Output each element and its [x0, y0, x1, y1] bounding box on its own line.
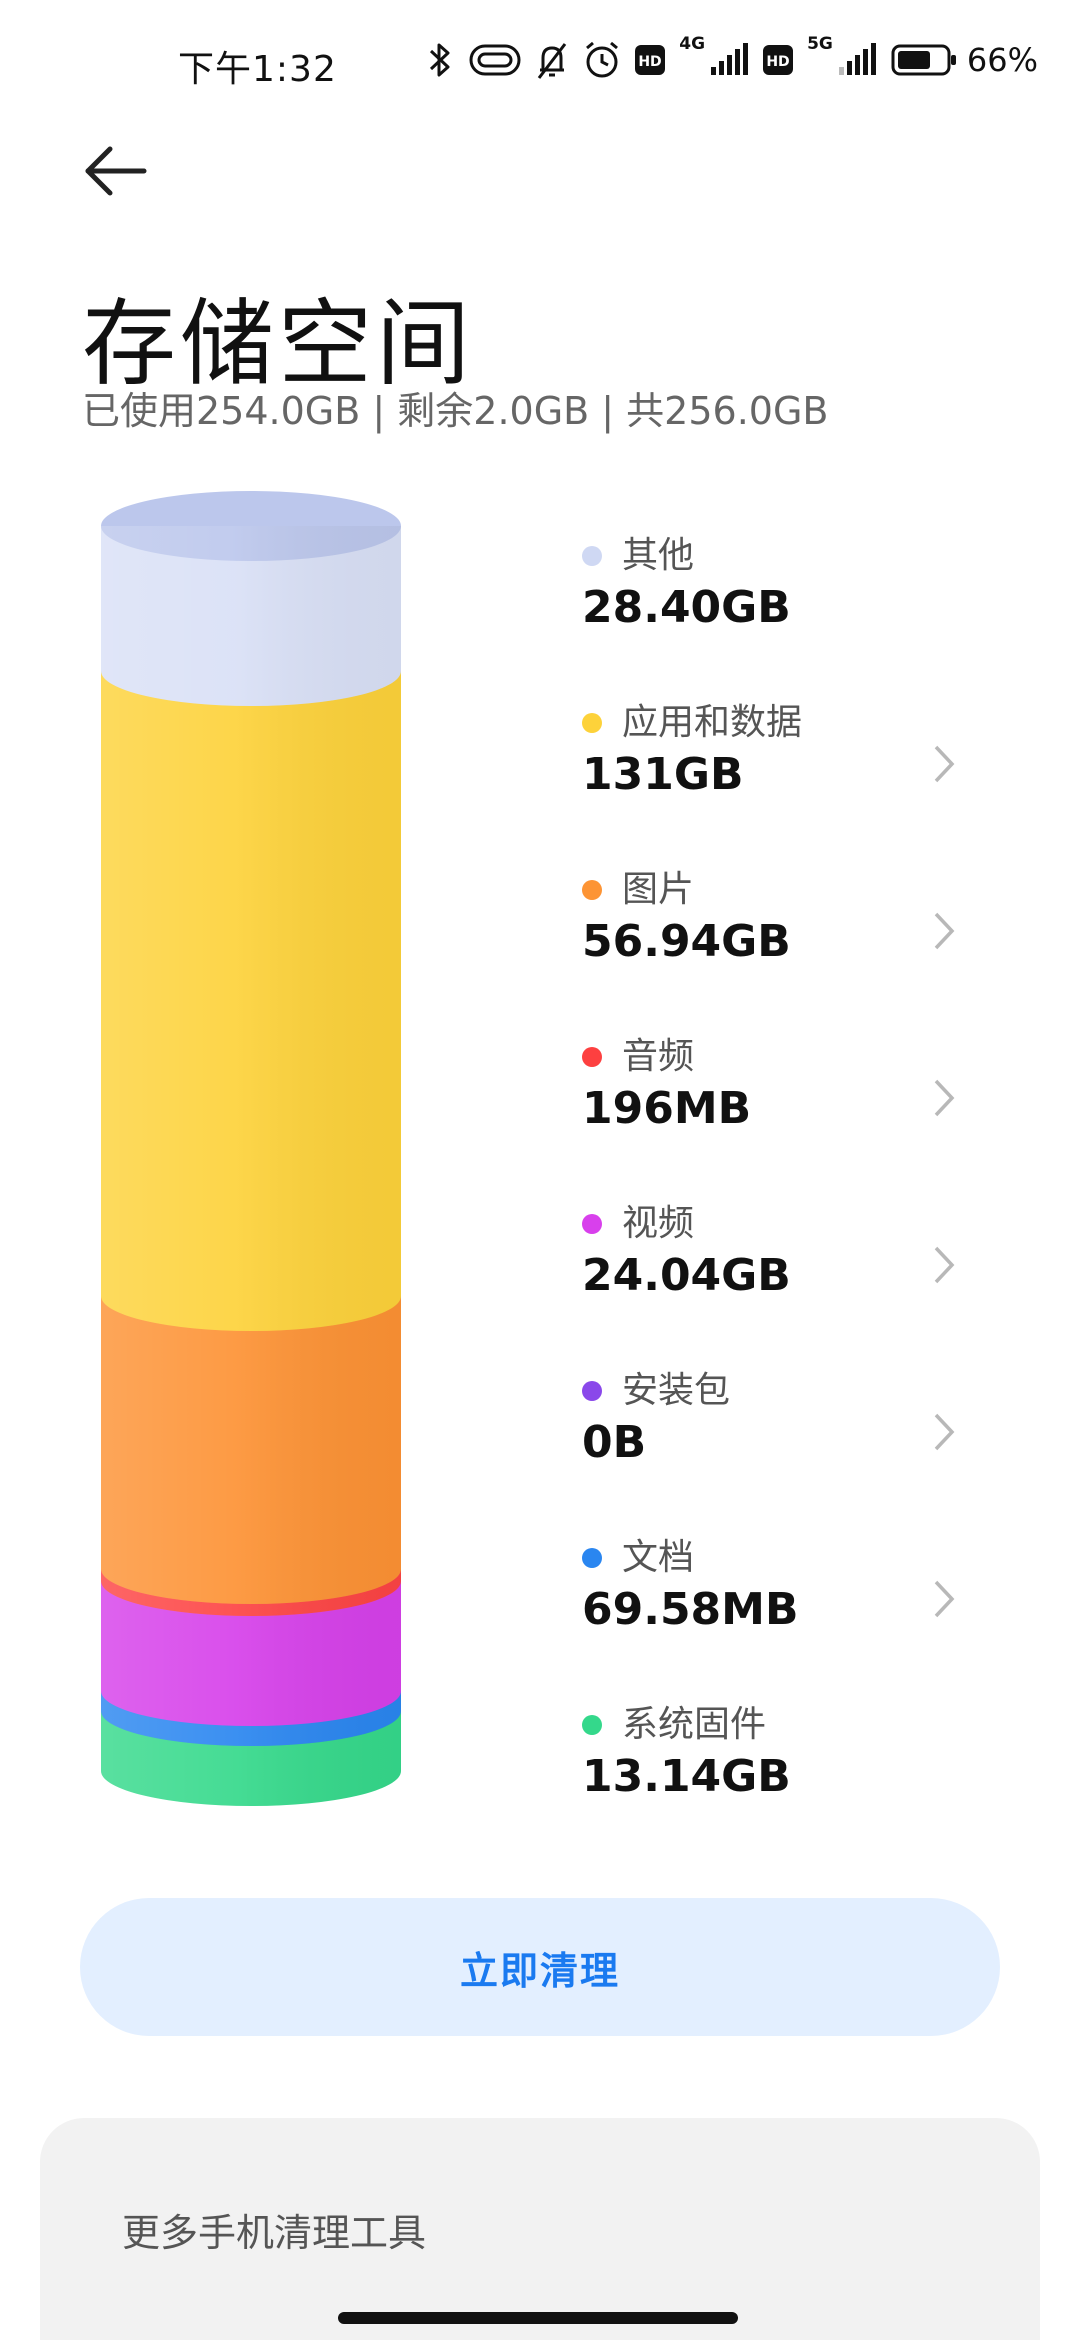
- legend-value: 24.04GB: [582, 1250, 791, 1301]
- legend-value: 0B: [582, 1417, 647, 1468]
- status-time: 下午1:32: [178, 49, 337, 90]
- storage-cylinder-chart: [101, 491, 401, 1806]
- chevron-right-icon: [934, 745, 955, 783]
- legend-value: 69.58MB: [582, 1584, 799, 1635]
- storage-page: 下午1:32 HD 4G HD 5G 66% 存储空间 已使用254.0GB |…: [0, 0, 1080, 2340]
- chevron-right-icon: [934, 912, 955, 950]
- legend-value: 13.14GB: [582, 1751, 791, 1802]
- chevron-right-icon: [934, 1079, 955, 1117]
- battery-percent: 66%: [966, 41, 1038, 79]
- legend-dot: [582, 1047, 602, 1067]
- chevron-right-icon: [934, 1413, 955, 1451]
- status-bar: 下午1:32 HD 4G HD 5G 66%: [0, 0, 1080, 120]
- more-tools-title: 更多手机清理工具: [122, 2211, 427, 2255]
- legend-item-audio[interactable]: 音频 196MB: [582, 1027, 1002, 1194]
- legend-label: 系统固件: [622, 1704, 767, 1745]
- more-tools-card: 更多手机清理工具: [40, 2118, 1040, 2340]
- legend-item-other: 其他 28.40GB: [582, 526, 1002, 693]
- clean-now-button[interactable]: 立即清理: [80, 1898, 1000, 2036]
- back-button[interactable]: [78, 140, 150, 202]
- signal-icon: [711, 43, 749, 75]
- storage-summary: 已使用254.0GB | 剩余2.0GB | 共256.0GB: [82, 389, 829, 433]
- legend-dot: [582, 713, 602, 733]
- legend-value: 56.94GB: [582, 916, 791, 967]
- legend-label: 其他: [622, 535, 695, 576]
- chevron-right-icon: [934, 1246, 955, 1284]
- legend-label: 文档: [622, 1537, 695, 1578]
- legend-item-apk[interactable]: 安装包 0B: [582, 1361, 1002, 1528]
- legend-item-apps[interactable]: 应用和数据 131GB: [582, 693, 1002, 860]
- hd-icon-2: HD: [763, 45, 794, 75]
- svg-text:HD: HD: [766, 54, 789, 70]
- storage-legend: 其他 28.40GB 应用和数据 131GB 图片 56.94GB 音频 196…: [582, 526, 1002, 1862]
- legend-value: 196MB: [582, 1083, 752, 1134]
- signal-icon-2: [838, 43, 876, 75]
- legend-label: 安装包: [622, 1370, 731, 1411]
- network-type-4g: 4G: [679, 34, 706, 54]
- legend-dot: [582, 546, 602, 566]
- legend-dot: [582, 1214, 602, 1234]
- status-icons: HD 4G HD 5G 66%: [425, 34, 1038, 82]
- network-type-5g: 5G: [807, 34, 833, 54]
- legend-label: 应用和数据: [622, 702, 803, 743]
- legend-item-system: 系统固件 13.14GB: [582, 1695, 1002, 1862]
- legend-dot: [582, 1715, 602, 1735]
- nfc-icon: [469, 44, 521, 76]
- bluetooth-icon: [430, 43, 450, 77]
- alarm-icon: [586, 41, 619, 78]
- legend-item-photos[interactable]: 图片 56.94GB: [582, 860, 1002, 1027]
- legend-item-documents[interactable]: 文档 69.58MB: [582, 1528, 1002, 1695]
- svg-text:HD: HD: [639, 54, 662, 70]
- hd-icon: HD: [635, 45, 666, 75]
- legend-value: 131GB: [582, 749, 744, 800]
- legend-label: 视频: [622, 1203, 695, 1244]
- legend-value: 28.40GB: [582, 582, 791, 633]
- arrow-left-icon: [85, 146, 147, 196]
- legend-dot: [582, 1381, 602, 1401]
- legend-label: 图片: [622, 869, 695, 910]
- legend-item-video[interactable]: 视频 24.04GB: [582, 1194, 1002, 1361]
- battery-icon: [891, 44, 956, 76]
- legend-label: 音频: [622, 1036, 695, 1077]
- legend-dot: [582, 1548, 602, 1568]
- mute-bell-icon: [538, 43, 567, 79]
- chevron-right-icon: [934, 1580, 955, 1618]
- legend-dot: [582, 880, 602, 900]
- home-indicator[interactable]: [338, 2312, 738, 2324]
